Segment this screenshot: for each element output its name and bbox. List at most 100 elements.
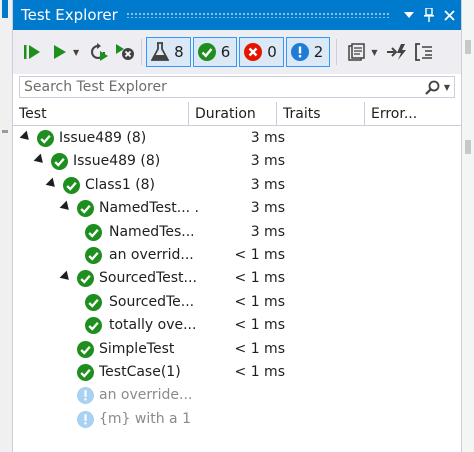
group-by-icon (414, 43, 432, 61)
test-name: SourcedTe... (109, 293, 195, 310)
passed-icon (85, 223, 102, 241)
test-name: totally ove... (109, 317, 197, 334)
test-name: SourcedTest... (99, 270, 197, 287)
not-run-icon (77, 387, 94, 405)
cancel-run-button[interactable] (113, 38, 137, 66)
tree-row[interactable]: TestCase(1) < 1 ms (13, 361, 461, 384)
tree-row[interactable]: NamedTes... 3 ms (13, 221, 461, 244)
tree-row[interactable]: SimpleTest < 1 ms (13, 338, 461, 361)
scrollbar-thumb[interactable] (465, 40, 471, 54)
search-dropdown-arrow[interactable]: ▼ (444, 83, 450, 92)
warning-info-icon (290, 43, 309, 61)
passed-count-label: 6 (220, 43, 231, 61)
tree-row[interactable]: {m} with a 1 (13, 408, 461, 431)
tree-row[interactable]: Issue489 (8) 3 ms (13, 150, 461, 173)
toolbar: ▼ 8 6 0 2 ▼ (13, 30, 461, 74)
editor-margin-marker (2, 0, 8, 18)
playlist-dropdown-arrow[interactable]: ▼ (371, 48, 377, 57)
test-duration: < 1 ms (234, 317, 285, 334)
passed-icon (85, 293, 102, 311)
toolbar-separator (141, 39, 143, 65)
right-scroll-strip[interactable] (462, 0, 474, 452)
total-tests-count[interactable]: 8 (146, 37, 191, 67)
passed-icon (77, 200, 94, 218)
tree-row[interactable]: an override... (13, 384, 461, 407)
expand-caret-icon[interactable] (59, 270, 73, 284)
search-icon[interactable] (422, 80, 444, 95)
tree-row[interactable]: Class1 (8) 3 ms (13, 174, 461, 197)
run-after-build-icon (386, 44, 406, 60)
test-name: Issue489 (8) (73, 153, 161, 170)
passed-icon (77, 340, 94, 358)
passed-icon (85, 317, 102, 335)
column-header-duration[interactable]: Duration (189, 102, 277, 126)
test-name: NamedTest... . (99, 200, 200, 217)
chevron-down-icon[interactable] (399, 0, 419, 30)
test-duration: < 1 ms (234, 293, 285, 310)
test-explorer-panel: Test Explorer ▼ 8 6 0 2 ▼ Search Test Ex… (12, 0, 462, 452)
column-header-traits[interactable]: Traits (277, 102, 365, 126)
test-duration: < 1 ms (234, 363, 285, 380)
toolbar-separator (336, 39, 338, 65)
test-name: Class1 (8) (85, 176, 156, 193)
run-button[interactable] (49, 38, 71, 66)
test-tree: Issue489 (8) 3 ms Issue489 (8) 3 ms Class1 (… (13, 127, 461, 431)
run-all-icon (24, 45, 40, 59)
pin-icon[interactable] (419, 0, 439, 30)
column-header-row: Test Duration Traits Error... (13, 102, 461, 126)
test-name: {m} with a 1 (99, 410, 191, 427)
test-name: SimpleTest (99, 340, 175, 357)
scrollbar-thumb[interactable] (465, 140, 471, 154)
flask-icon (151, 42, 170, 61)
column-header-error[interactable]: Error... (365, 102, 461, 126)
passed-tests-count[interactable]: 6 (192, 37, 238, 67)
playlist-button[interactable] (345, 38, 369, 66)
column-header-test[interactable]: Test (13, 102, 189, 126)
test-name: NamedTes... (109, 223, 195, 240)
close-icon[interactable] (439, 0, 459, 30)
test-name: an overrid... (109, 246, 194, 263)
test-duration: < 1 ms (234, 246, 285, 263)
search-box[interactable]: ▼ (19, 76, 455, 98)
playlist-icon (348, 43, 366, 61)
refresh-run-button[interactable] (87, 38, 111, 66)
test-duration: 3 ms (250, 223, 285, 240)
tree-row[interactable]: totally ove... < 1 ms (13, 314, 461, 337)
test-duration: 3 ms (250, 200, 285, 217)
group-by-button[interactable] (412, 38, 436, 66)
expand-caret-icon[interactable] (33, 154, 47, 167)
search-input[interactable] (20, 78, 422, 96)
expand-caret-icon[interactable] (59, 200, 73, 214)
failed-icon (244, 43, 263, 61)
expand-caret-icon[interactable] (45, 177, 59, 191)
run-dropdown-arrow[interactable]: ▼ (73, 48, 79, 57)
passed-icon (51, 153, 68, 171)
expand-caret-icon[interactable] (19, 130, 33, 144)
test-name: TestCase(1) (99, 363, 181, 380)
left-editor-strip (0, 0, 12, 452)
not-run-count-label: 2 (313, 43, 324, 61)
passed-icon (37, 130, 54, 147)
test-duration: < 1 ms (234, 340, 285, 357)
run-after-build-button[interactable] (384, 38, 410, 66)
test-duration: < 1 ms (234, 270, 285, 287)
title-bar[interactable]: Test Explorer (13, 0, 461, 30)
failed-tests-count[interactable]: 0 (239, 37, 284, 67)
not-run-icon (77, 410, 94, 428)
failed-count-label: 0 (267, 43, 277, 61)
tree-row[interactable]: Issue489 (8) 3 ms (13, 127, 461, 150)
test-duration: 3 ms (250, 153, 285, 170)
not-run-tests-count[interactable]: 2 (285, 37, 331, 67)
tree-row[interactable]: SourcedTe... < 1 ms (13, 291, 461, 314)
passed-icon (63, 176, 80, 194)
test-duration: 3 ms (250, 176, 285, 193)
test-name: Issue489 (8) (59, 130, 147, 146)
passed-icon (197, 43, 216, 61)
title-grip (125, 12, 391, 18)
tree-row[interactable]: NamedTest... . 3 ms (13, 197, 461, 220)
passed-icon (77, 363, 94, 381)
play-icon (54, 45, 66, 59)
tree-row[interactable]: an overrid... < 1 ms (13, 244, 461, 267)
run-all-button[interactable] (19, 38, 45, 66)
tree-row[interactable]: SourcedTest... < 1 ms (13, 267, 461, 290)
